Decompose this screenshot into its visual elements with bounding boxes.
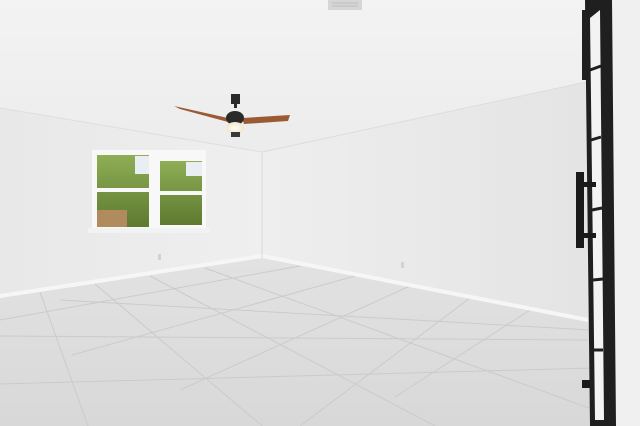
- outlet-icon: [401, 262, 404, 268]
- window: [88, 150, 210, 233]
- outlet-icon: [158, 254, 161, 260]
- room-illustration: [0, 0, 640, 426]
- room-photo: [0, 0, 640, 426]
- vent-icon: [328, 0, 362, 10]
